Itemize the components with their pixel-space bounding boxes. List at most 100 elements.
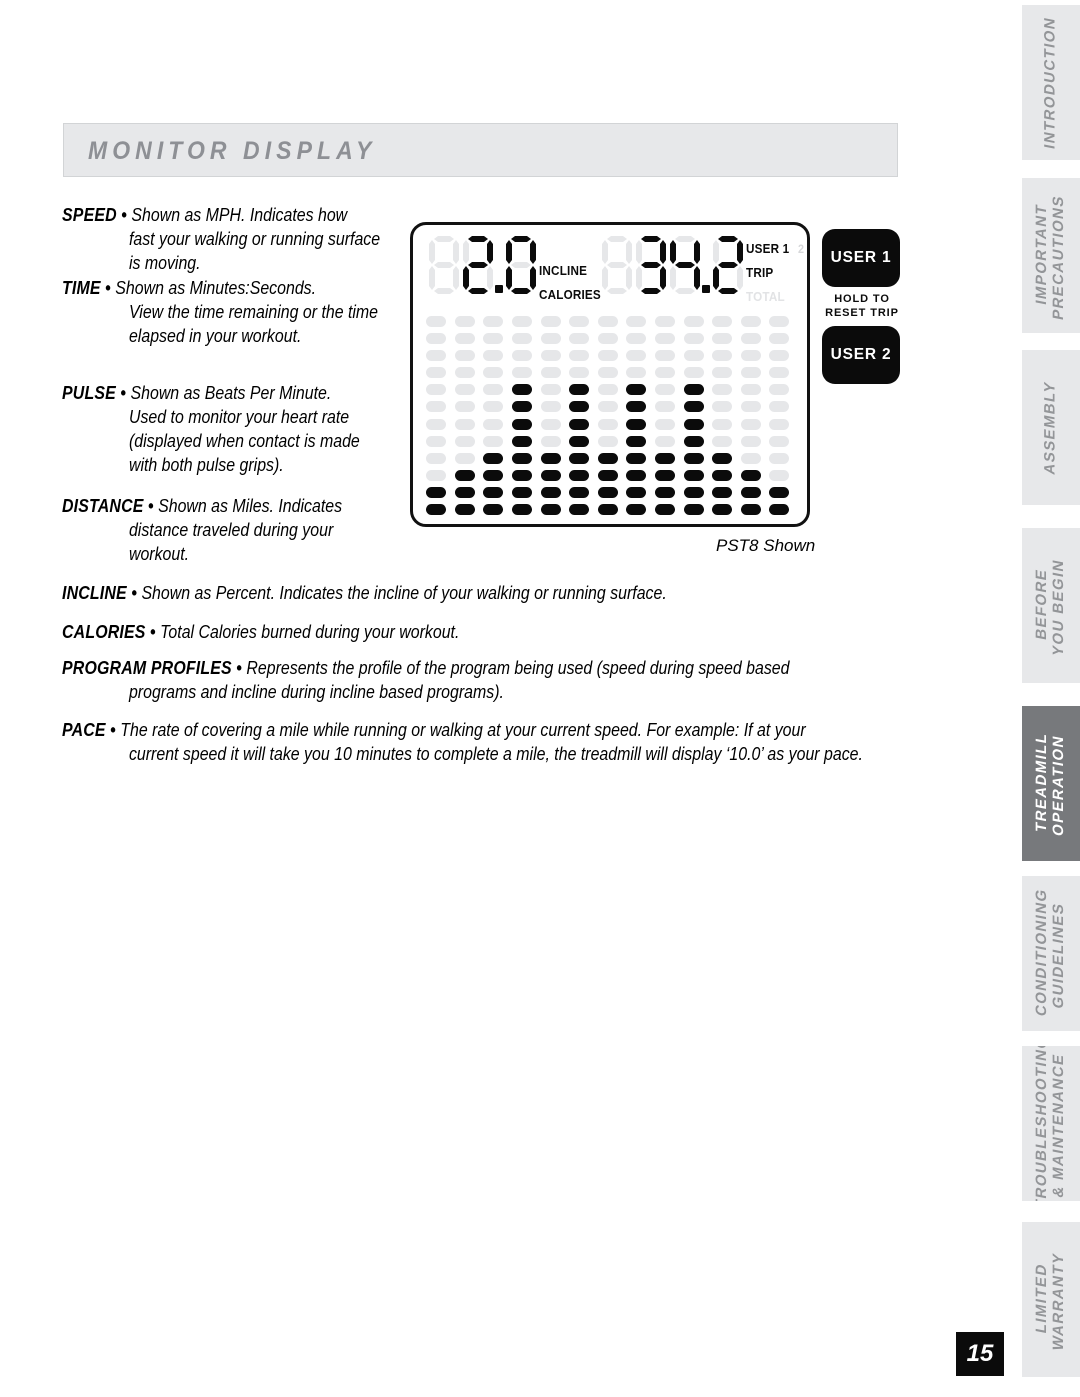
seven-segment-ghost-digit	[427, 235, 461, 295]
sidebar-tab-limited-warranty[interactable]: LIMITED WARRANTY	[1022, 1222, 1080, 1377]
dot-matrix-cell	[512, 469, 533, 481]
definition-term: DISTANCE	[62, 495, 149, 516]
dot-matrix-cell	[454, 316, 475, 327]
dot-matrix-cell	[512, 333, 533, 345]
user-1-button[interactable]: USER 1	[822, 229, 900, 287]
sidebar-tab-label: BEFORE YOU BEGIN	[1033, 554, 1068, 658]
dot-matrix-cell	[597, 452, 618, 464]
dot-matrix-cell	[769, 452, 790, 464]
sidebar-tab-label: IMPORTANT PRECAUTIONS	[1033, 190, 1068, 321]
sidebar-tab-important-precautions[interactable]: IMPORTANT PRECAUTIONS	[1022, 178, 1080, 333]
definition-term: SPEED	[62, 204, 122, 225]
definition-body-line: fast your walking or running surface	[128, 228, 381, 250]
definition-body: Shown as Minutes:Seconds.	[115, 277, 317, 298]
dot-matrix-cell	[454, 350, 475, 362]
dot-matrix-cell	[483, 367, 504, 379]
dot-matrix-cell	[655, 504, 676, 516]
definition-incline: INCLINE • Shown as Percent. Indicates th…	[62, 581, 982, 605]
sidebar-tab-label-line: YOU BEGIN	[1050, 556, 1067, 658]
dot-matrix-cell	[655, 316, 676, 327]
definition-body-line: Used to monitor your heart rate	[128, 406, 350, 428]
sidebar-tab-troubleshooting-maintenance[interactable]: TROUBLESHOOTING & MAINTENANCE	[1022, 1046, 1080, 1201]
sidebar-tab-before-you-begin[interactable]: BEFORE YOU BEGIN	[1022, 528, 1080, 683]
sidebar-tab-label-line: ASSEMBLY	[1041, 379, 1059, 476]
definition-term: CALORIES	[62, 621, 151, 642]
definition-bullet-icon: •	[105, 277, 116, 298]
dot-matrix-cell	[512, 316, 533, 327]
sidebar-tab-introduction[interactable]: INTRODUCTION	[1022, 5, 1080, 160]
dot-matrix-cell	[512, 504, 533, 516]
dot-matrix-cell	[597, 486, 618, 498]
dot-matrix-cell	[454, 486, 475, 498]
dot-matrix-cell	[597, 367, 618, 379]
dot-matrix-cell	[426, 469, 447, 481]
dot-matrix-cell	[626, 350, 647, 362]
dot-matrix-cell	[769, 316, 790, 327]
reset-trip-line: RESET TRIP	[825, 306, 899, 319]
dot-matrix-cell	[426, 452, 447, 464]
dot-matrix-cell	[626, 316, 647, 327]
dot-matrix-cell	[597, 384, 618, 396]
definition-pace: PACE • The rate of covering a mile while…	[62, 718, 1022, 766]
dot-matrix-cell	[569, 367, 590, 379]
dot-matrix-cell	[483, 333, 504, 345]
dot-matrix-cell	[712, 350, 733, 362]
dot-matrix-cell	[512, 452, 533, 464]
dot-matrix-cell	[655, 435, 676, 447]
dot-matrix-cell	[426, 333, 447, 345]
dot-matrix-cell	[712, 435, 733, 447]
dot-matrix-cell	[540, 316, 561, 327]
dot-matrix-row	[422, 398, 804, 415]
sidebar-tab-label-line: TREADMILL	[1033, 730, 1051, 833]
dot-matrix-cell	[454, 333, 475, 345]
dot-matrix-cell	[712, 452, 733, 464]
definition-bullet-icon: •	[121, 204, 132, 225]
dot-matrix-cell	[483, 401, 504, 413]
sidebar-tab-label: LIMITED WARRANTY	[1033, 1247, 1068, 1351]
dot-matrix-cell	[426, 316, 447, 327]
sidebar-tab-conditioning-guidelines[interactable]: CONDITIONING GUIDELINES	[1022, 876, 1080, 1031]
sidebar-tab-label-line: INTRODUCTION	[1041, 14, 1059, 150]
dot-matrix-cell	[454, 401, 475, 413]
dot-matrix-cell	[483, 350, 504, 362]
dot-matrix-cell	[597, 333, 618, 345]
dot-matrix-cell	[569, 333, 590, 345]
dot-matrix-cell	[512, 401, 533, 413]
dot-matrix-cell	[540, 452, 561, 464]
user-2-button[interactable]: USER 2	[822, 325, 900, 384]
dot-matrix-cell	[740, 333, 761, 345]
definition-program-profiles: PROGRAM PROFILES • Represents the profil…	[62, 656, 1002, 704]
sidebar-tab-label-line: OPERATION	[1050, 732, 1067, 837]
definition-time: TIME • Shown as Minutes:Seconds. View the…	[62, 276, 462, 348]
dot-matrix-cell	[769, 401, 790, 413]
dot-matrix-cell	[655, 469, 676, 481]
definition-body-line: distance traveled during your	[128, 519, 334, 541]
dot-matrix-cell	[740, 418, 761, 430]
definition-term: PACE	[62, 719, 111, 740]
dot-matrix-cell	[540, 367, 561, 379]
definition-bullet-icon: •	[236, 657, 247, 678]
dot-matrix-cell	[597, 469, 618, 481]
definition-distance: DISTANCE • Shown as Miles. Indicates dist…	[62, 494, 462, 566]
dot-matrix-cell	[483, 452, 504, 464]
dot-matrix-cell	[483, 504, 504, 516]
dot-matrix-cell	[655, 333, 676, 345]
dot-matrix-cell	[769, 469, 790, 481]
dot-matrix-cell	[655, 384, 676, 396]
dot-matrix-cell	[655, 367, 676, 379]
dot-matrix-cell	[540, 401, 561, 413]
dot-matrix-cell	[569, 435, 590, 447]
sidebar-tab-treadmill-operation[interactable]: TREADMILL OPERATION	[1022, 706, 1080, 861]
hold-to-reset-trip-label: HOLD TO RESET TRIP	[822, 293, 902, 321]
definition-body: Shown as MPH. Indicates how	[131, 204, 348, 225]
dot-matrix-cell	[540, 418, 561, 430]
dot-matrix-cell	[769, 418, 790, 430]
dot-matrix-cell	[683, 486, 704, 498]
dot-matrix-cell	[512, 367, 533, 379]
definition-body: The rate of covering a mile while runnin…	[120, 719, 806, 740]
dot-matrix-cell	[454, 384, 475, 396]
dot-matrix-cell	[426, 504, 447, 516]
dot-matrix-cell	[569, 452, 590, 464]
sidebar-tab-assembly[interactable]: ASSEMBLY	[1022, 350, 1080, 505]
sidebar-tab-label: TROUBLESHOOTING & MAINTENANCE	[1033, 1046, 1068, 1201]
